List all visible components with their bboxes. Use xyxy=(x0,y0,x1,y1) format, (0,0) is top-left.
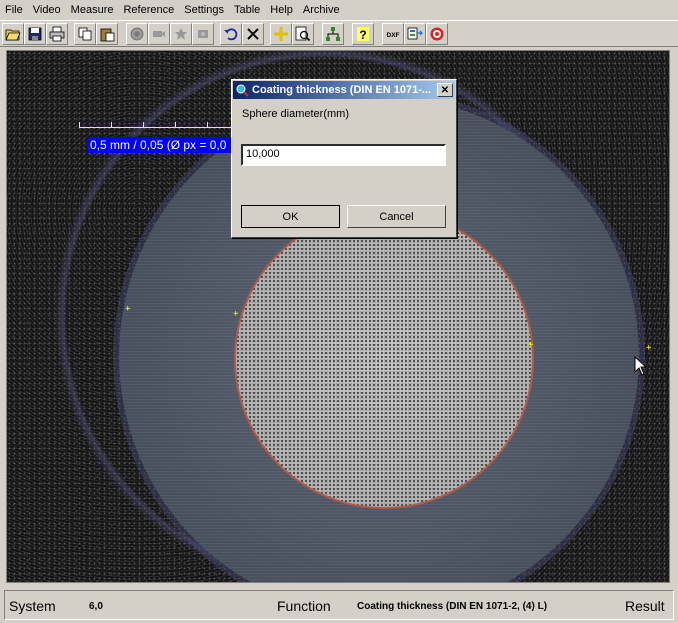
crosshair-button[interactable] xyxy=(270,23,292,45)
record-icon xyxy=(198,30,208,38)
dialog-title: Coating thickness (DIN EN 1071-... xyxy=(252,84,432,96)
record-button[interactable] xyxy=(192,23,214,45)
system-label: System xyxy=(9,598,56,614)
sphere-diameter-input[interactable]: 10,000 xyxy=(241,144,446,166)
menu-table[interactable]: Table xyxy=(229,0,265,20)
settings-button[interactable] xyxy=(426,23,448,45)
menu-archive[interactable]: Archive xyxy=(298,0,345,20)
sphere-diameter-label: Sphere diameter(mm) xyxy=(242,108,349,120)
menu-measure[interactable]: Measure xyxy=(66,0,119,20)
measure-point-marker: + xyxy=(233,309,239,319)
menu-reference[interactable]: Reference xyxy=(118,0,179,20)
scale-label: 0,5 mm / 0,05 (Ø px = 0,0 xyxy=(87,137,239,153)
svg-text:?: ? xyxy=(359,28,366,42)
export-icon xyxy=(407,27,423,40)
help-button[interactable]: ? xyxy=(352,23,374,45)
save-icon xyxy=(28,27,42,41)
menu-settings[interactable]: Settings xyxy=(179,0,229,20)
cancel-button[interactable]: Cancel xyxy=(347,205,446,228)
result-label: Result xyxy=(625,598,665,614)
open-icon xyxy=(5,29,21,41)
dxf-icon: DXF xyxy=(387,32,400,39)
paste-icon xyxy=(100,28,115,42)
menu-video[interactable]: Video xyxy=(28,0,66,20)
network-button[interactable] xyxy=(322,23,344,45)
menu-bar: File Video Measure Reference Settings Ta… xyxy=(0,0,678,20)
settings-gear-icon xyxy=(430,27,444,41)
print-button[interactable] xyxy=(46,23,68,45)
system-value: 6,0 xyxy=(89,601,103,612)
scale-bar xyxy=(79,127,239,128)
copy-icon xyxy=(78,27,92,41)
mouse-cursor-icon xyxy=(634,356,646,376)
ok-button[interactable]: OK xyxy=(241,205,340,228)
open-button[interactable] xyxy=(2,23,24,45)
close-icon: ✕ xyxy=(440,84,450,96)
camera-icon xyxy=(130,27,144,41)
copy-button[interactable] xyxy=(74,23,96,45)
sphere-diameter-dialog: Coating thickness (DIN EN 1071-... ✕ Sph… xyxy=(231,79,457,238)
paste-button[interactable] xyxy=(96,23,118,45)
function-label: Function xyxy=(277,598,331,614)
help-icon: ? xyxy=(357,27,369,42)
crosshair-icon xyxy=(274,27,288,41)
toolbar: ? DXF xyxy=(0,20,678,47)
undo-button[interactable] xyxy=(220,23,242,45)
camera-button[interactable] xyxy=(126,23,148,45)
menu-file[interactable]: File xyxy=(0,0,28,20)
sphere-crater xyxy=(234,209,534,509)
delete-icon xyxy=(247,28,259,40)
delete-button[interactable] xyxy=(242,23,264,45)
scale-tick xyxy=(175,122,176,128)
close-button[interactable]: ✕ xyxy=(437,83,453,97)
svg-text:DXF: DXF xyxy=(387,32,400,39)
video-button[interactable] xyxy=(148,23,170,45)
zoom-button[interactable] xyxy=(292,23,314,45)
scale-tick xyxy=(111,122,112,128)
capture-button[interactable] xyxy=(170,23,192,45)
magnifier-icon xyxy=(236,84,249,97)
function-value: Coating thickness (DIN EN 1071-2, (4) L) xyxy=(357,601,548,612)
save-button[interactable] xyxy=(24,23,46,45)
measure-point-marker: + xyxy=(528,340,534,350)
scale-tick xyxy=(143,122,144,128)
dxf-button[interactable]: DXF xyxy=(382,23,404,45)
network-icon xyxy=(326,27,340,41)
dialog-titlebar[interactable]: Coating thickness (DIN EN 1071-... ✕ xyxy=(233,81,455,99)
scale-tick xyxy=(79,122,80,128)
zoom-icon xyxy=(295,26,311,42)
status-bar: System 6,0 Function Coating thickness (D… xyxy=(4,590,674,620)
capture-icon xyxy=(175,28,187,40)
measure-point-marker: + xyxy=(646,343,652,353)
print-icon xyxy=(49,26,65,42)
measure-point-marker: + xyxy=(125,304,131,314)
video-icon xyxy=(153,31,165,37)
menu-help[interactable]: Help xyxy=(265,0,298,20)
undo-icon xyxy=(224,28,238,41)
scale-tick xyxy=(207,122,208,128)
export-button[interactable] xyxy=(404,23,426,45)
